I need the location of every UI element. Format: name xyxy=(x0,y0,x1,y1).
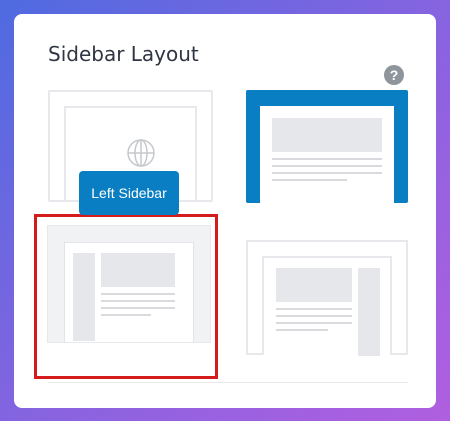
panel-title: Sidebar Layout xyxy=(48,42,199,66)
sidebar-layout-panel: Sidebar Layout ? Left Sidebar xyxy=(14,14,436,408)
layout-option-full-width[interactable] xyxy=(246,90,408,203)
content-line xyxy=(276,329,328,331)
content-line xyxy=(276,315,352,317)
layout-preview-page xyxy=(64,242,194,342)
globe-icon xyxy=(127,139,155,167)
content-line xyxy=(276,308,352,310)
content-line xyxy=(101,314,151,316)
sidebar-block xyxy=(358,268,380,356)
help-icon[interactable]: ? xyxy=(384,65,404,85)
layout-preview-frame xyxy=(47,225,211,343)
sidebar-block xyxy=(73,253,95,341)
layout-preview-page xyxy=(262,256,392,356)
layout-preview-page xyxy=(260,106,394,203)
layout-option-right-sidebar[interactable] xyxy=(246,240,408,356)
content-line xyxy=(101,300,175,302)
content-line xyxy=(272,165,382,167)
content-line xyxy=(276,322,352,324)
content-line xyxy=(272,179,347,181)
content-line xyxy=(272,172,382,174)
content-block xyxy=(101,253,175,287)
content-line xyxy=(101,293,175,295)
layout-option-left-sidebar[interactable] xyxy=(34,214,218,379)
content-block xyxy=(272,118,382,152)
tooltip: Left Sidebar xyxy=(79,171,179,215)
divider xyxy=(48,382,408,383)
content-line xyxy=(101,307,175,309)
content-line xyxy=(272,158,382,160)
content-block xyxy=(276,268,352,302)
